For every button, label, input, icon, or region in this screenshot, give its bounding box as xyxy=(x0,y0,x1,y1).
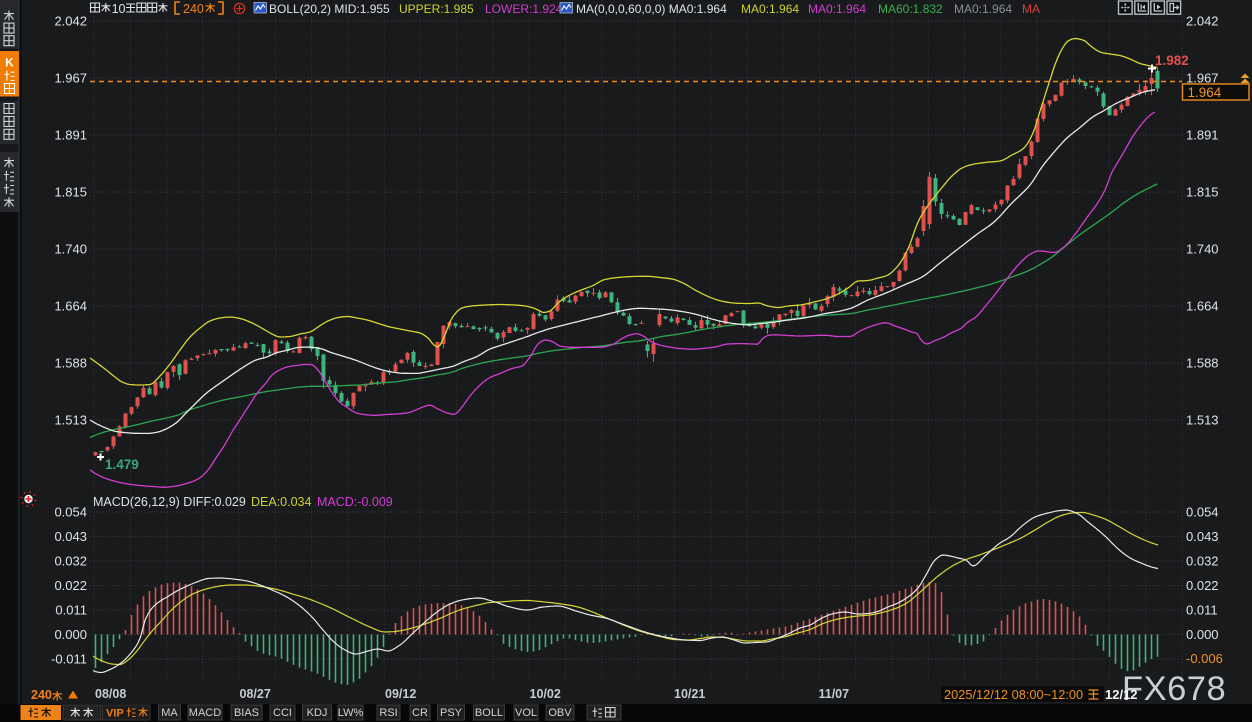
svg-text:CR: CR xyxy=(412,707,428,719)
svg-text:0.054: 0.054 xyxy=(1186,505,1219,520)
svg-text:MA(0,0,0,60,0,0) MA0:1.964: MA(0,0,0,60,0,0) MA0:1.964 xyxy=(576,2,727,16)
svg-text:0.000: 0.000 xyxy=(54,627,87,642)
svg-text:LW%: LW% xyxy=(338,707,364,719)
svg-text:K: K xyxy=(5,56,14,70)
svg-text:08/27: 08/27 xyxy=(240,687,271,701)
svg-text:1.967: 1.967 xyxy=(1186,71,1219,86)
svg-text:11/07: 11/07 xyxy=(819,687,850,701)
svg-text:DEA:0.034: DEA:0.034 xyxy=(251,495,312,509)
svg-text:240: 240 xyxy=(183,2,204,16)
svg-text:1.815: 1.815 xyxy=(1186,185,1219,200)
svg-text:MA0:1.964: MA0:1.964 xyxy=(741,2,799,16)
svg-text:08/08: 08/08 xyxy=(95,687,126,701)
svg-text:09/12: 09/12 xyxy=(385,687,416,701)
svg-text:MACD:-0.009: MACD:-0.009 xyxy=(317,495,393,509)
svg-text:0.032: 0.032 xyxy=(54,554,87,569)
svg-text:1.740: 1.740 xyxy=(1186,242,1219,257)
svg-text:1.982: 1.982 xyxy=(1155,53,1189,68)
svg-text:MA: MA xyxy=(1022,2,1040,16)
svg-text:1.815: 1.815 xyxy=(54,185,87,200)
svg-text:-0.006: -0.006 xyxy=(1186,651,1223,666)
svg-text:0.000: 0.000 xyxy=(1186,627,1219,642)
svg-text:1.964: 1.964 xyxy=(1188,85,1222,100)
svg-text:FX678: FX678 xyxy=(1122,670,1226,708)
svg-text:0.022: 0.022 xyxy=(54,578,87,593)
svg-text:0.011: 0.011 xyxy=(1186,603,1218,618)
svg-text:1.891: 1.891 xyxy=(1186,128,1219,143)
svg-text:RSI: RSI xyxy=(379,707,397,719)
svg-text:10/21: 10/21 xyxy=(674,687,705,701)
svg-text:1.588: 1.588 xyxy=(54,356,87,371)
svg-text:10: 10 xyxy=(112,2,126,16)
svg-text:BOLL(20,2) MID:1.955: BOLL(20,2) MID:1.955 xyxy=(269,2,390,16)
svg-text:1.513: 1.513 xyxy=(54,413,87,428)
svg-text:PSY: PSY xyxy=(440,707,463,719)
svg-text:2.042: 2.042 xyxy=(54,14,87,29)
svg-text:MA60:1.832: MA60:1.832 xyxy=(878,2,943,16)
svg-text:1.967: 1.967 xyxy=(54,71,87,86)
svg-text:VIP: VIP xyxy=(106,708,124,720)
svg-text:2.042: 2.042 xyxy=(1186,14,1219,29)
svg-text:10/02: 10/02 xyxy=(530,687,561,701)
svg-text:1.513: 1.513 xyxy=(1186,413,1219,428)
svg-text:0.043: 0.043 xyxy=(54,529,87,544)
svg-text:1.740: 1.740 xyxy=(54,242,87,257)
svg-text:MA0:1.964: MA0:1.964 xyxy=(954,2,1012,16)
svg-text:UPPER:1.985: UPPER:1.985 xyxy=(399,2,474,16)
svg-text:LOWER:1.924: LOWER:1.924 xyxy=(485,2,563,16)
svg-text:VOL: VOL xyxy=(515,707,537,719)
svg-text:1.479: 1.479 xyxy=(105,457,139,472)
svg-text:1.664: 1.664 xyxy=(54,299,87,314)
svg-text:0.011: 0.011 xyxy=(55,603,87,618)
svg-text:-0.011: -0.011 xyxy=(51,652,87,667)
svg-text:12/12: 12/12 xyxy=(1105,687,1138,702)
svg-text:0.022: 0.022 xyxy=(1186,578,1219,593)
svg-text:1.891: 1.891 xyxy=(54,128,87,143)
svg-text:BOLL: BOLL xyxy=(475,707,503,719)
svg-text:0.032: 0.032 xyxy=(1186,554,1219,569)
svg-text:1.588: 1.588 xyxy=(1186,356,1219,371)
svg-text:0.043: 0.043 xyxy=(1186,529,1219,544)
svg-text:CCI: CCI xyxy=(273,707,292,719)
svg-text:0.054: 0.054 xyxy=(54,505,87,520)
svg-text:240: 240 xyxy=(31,688,52,702)
svg-text:MACD: MACD xyxy=(189,707,221,719)
svg-text:2025/12/12 08:00~12:00: 2025/12/12 08:00~12:00 xyxy=(944,687,1083,702)
svg-text:MA: MA xyxy=(161,707,178,719)
svg-text:MACD(26,12,9) DIFF:0.029: MACD(26,12,9) DIFF:0.029 xyxy=(93,495,246,509)
svg-text:KDJ: KDJ xyxy=(307,707,328,719)
svg-text:BIAS: BIAS xyxy=(234,707,259,719)
svg-text:1.664: 1.664 xyxy=(1186,299,1219,314)
svg-text:OBV: OBV xyxy=(548,707,572,719)
svg-text:MA0:1.964: MA0:1.964 xyxy=(808,2,866,16)
